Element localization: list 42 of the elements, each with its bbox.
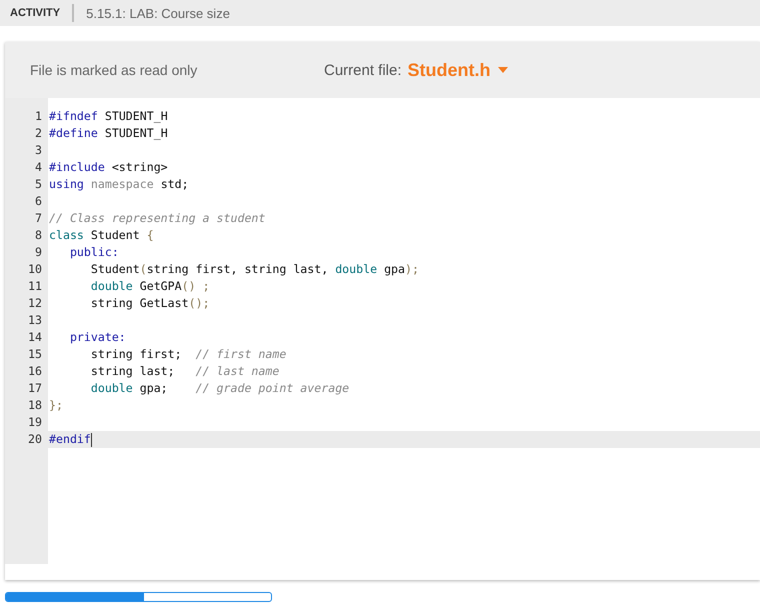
line-number: 3 xyxy=(34,142,43,159)
line-number: 11 xyxy=(27,278,43,295)
line-number: 1 xyxy=(34,108,43,125)
activity-title: 5.15.1: LAB: Course size xyxy=(86,6,230,20)
code-line: // Class representing a student xyxy=(48,210,266,227)
line-number: 2 xyxy=(34,125,43,142)
code-line: }; xyxy=(48,397,63,414)
code-line: #include <string> xyxy=(48,159,168,176)
line-number: 18 xyxy=(27,397,43,414)
code-line: #endif xyxy=(48,431,92,448)
code-line: string GetLast(); xyxy=(90,295,210,312)
line-number: 10 xyxy=(27,261,43,278)
code-line: #ifndef STUDENT_H xyxy=(48,108,168,125)
line-number: 5 xyxy=(34,176,43,193)
line-number: 19 xyxy=(27,414,43,431)
code-line: private: xyxy=(68,329,126,346)
line-number: 16 xyxy=(27,363,43,380)
line-number: 13 xyxy=(27,312,43,329)
caret-icon xyxy=(498,67,508,73)
read-only-notice: File is marked as read only xyxy=(30,62,198,78)
line-number: 7 xyxy=(34,210,43,227)
current-file-label: Current file: xyxy=(324,62,402,78)
code-line: Student(string first, string last, double gpa); xyxy=(90,261,419,278)
file-dropdown[interactable]: Student.h xyxy=(408,60,508,80)
code-line: using namespace std; xyxy=(48,176,189,193)
line-number: 6 xyxy=(34,193,43,210)
code-line: #define STUDENT_H xyxy=(48,125,168,142)
activity-label: ACTIVITY xyxy=(10,7,60,19)
line-number: 17 xyxy=(27,380,43,397)
code-line: public: xyxy=(68,244,119,261)
line-number: 12 xyxy=(27,295,43,312)
code-line: string first; // first name xyxy=(90,346,286,363)
line-number: 20 xyxy=(27,431,43,448)
code-line: double GetGPA() ; xyxy=(90,278,210,295)
line-number: 14 xyxy=(27,329,43,346)
line-number: 4 xyxy=(34,159,43,176)
code-line: double gpa; // grade point average xyxy=(90,380,350,397)
line-number: 8 xyxy=(34,227,43,244)
line-number: 15 xyxy=(27,346,43,363)
code-line: class Student { xyxy=(48,227,154,244)
code-line: string last; // last name xyxy=(90,363,280,380)
line-number: 9 xyxy=(34,244,43,261)
